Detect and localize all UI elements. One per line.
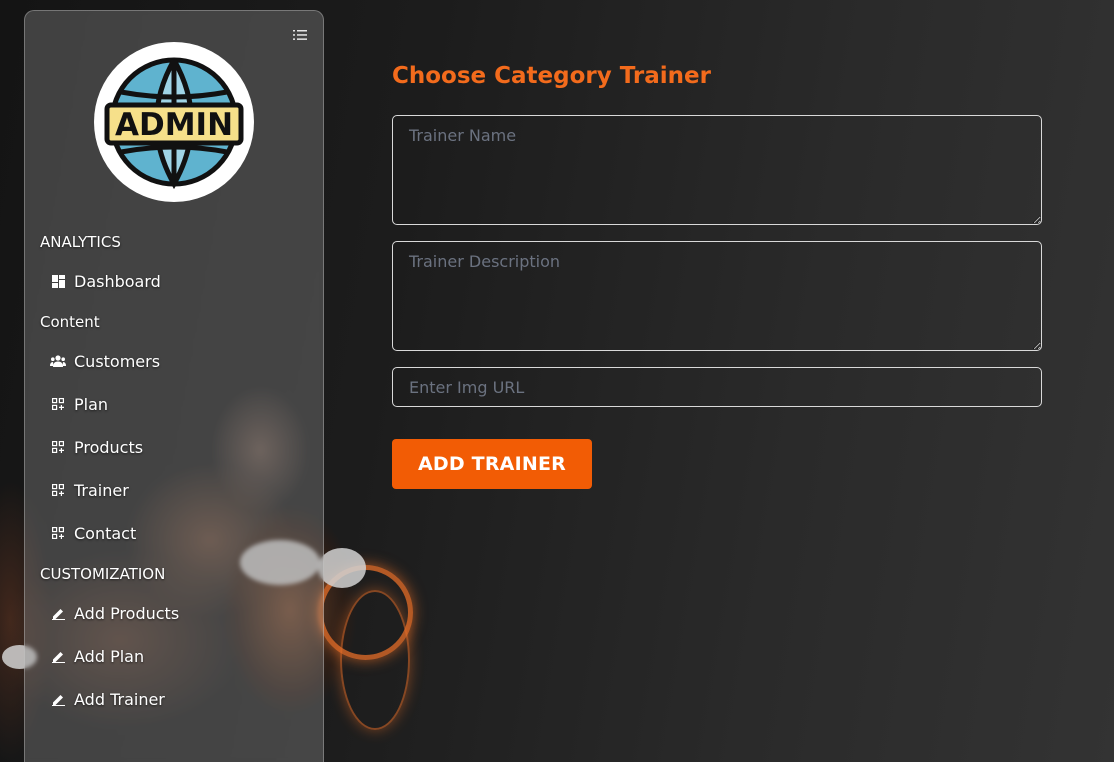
logo-text: ADMIN [115,107,233,143]
sidebar-item-label: Add Products [74,603,180,623]
sidebar-item-products[interactable]: Products [50,434,143,460]
sidebar-item-label: Dashboard [74,271,161,291]
background-fire-ring [318,565,413,660]
sidebar: ADMIN ANALYTICS Dashboard Content Custom… [24,10,324,762]
background-fire-ring [340,590,410,730]
section-title-content: Content [40,313,100,331]
trainer-name-field[interactable] [392,115,1042,225]
grid-add-icon [50,439,66,455]
sidebar-item-label: Trainer [74,480,129,500]
sidebar-item-label: Add Plan [74,646,145,666]
dashboard-icon [50,273,66,289]
grid-add-icon [50,482,66,498]
grid-add-icon [50,396,66,412]
section-title-customization: CUSTOMIZATION [40,565,166,583]
background-cloud [318,548,366,588]
sidebar-item-customers[interactable]: Customers [50,348,160,374]
admin-logo: ADMIN [94,42,254,202]
add-trainer-button[interactable]: ADD TRAINER [392,439,592,489]
sidebar-item-trainer[interactable]: Trainer [50,477,129,503]
sidebar-item-label: Products [74,437,144,457]
list-icon[interactable] [293,27,307,41]
pencil-icon [50,691,66,707]
sidebar-item-plan[interactable]: Plan [50,391,108,417]
sidebar-item-add-plan[interactable]: Add Plan [50,643,144,669]
sidebar-item-label: Contact [74,523,137,543]
globe-icon: ADMIN [104,57,244,190]
sidebar-item-label: Plan [74,394,109,414]
sidebar-item-dashboard[interactable]: Dashboard [50,268,161,294]
pencil-icon [50,605,66,621]
sidebar-item-add-products[interactable]: Add Products [50,600,179,626]
sidebar-item-label: Add Trainer [74,689,165,709]
sidebar-item-contact[interactable]: Contact [50,520,136,546]
grid-add-icon [50,525,66,541]
img-url-input[interactable] [392,367,1042,407]
page-title: Choose Category Trainer [392,63,711,89]
sidebar-item-add-trainer[interactable]: Add Trainer [50,686,165,712]
section-title-analytics: ANALYTICS [40,233,121,251]
sidebar-item-label: Customers [74,351,161,371]
users-icon [50,353,66,369]
pencil-icon [50,648,66,664]
trainer-description-field[interactable] [392,241,1042,351]
